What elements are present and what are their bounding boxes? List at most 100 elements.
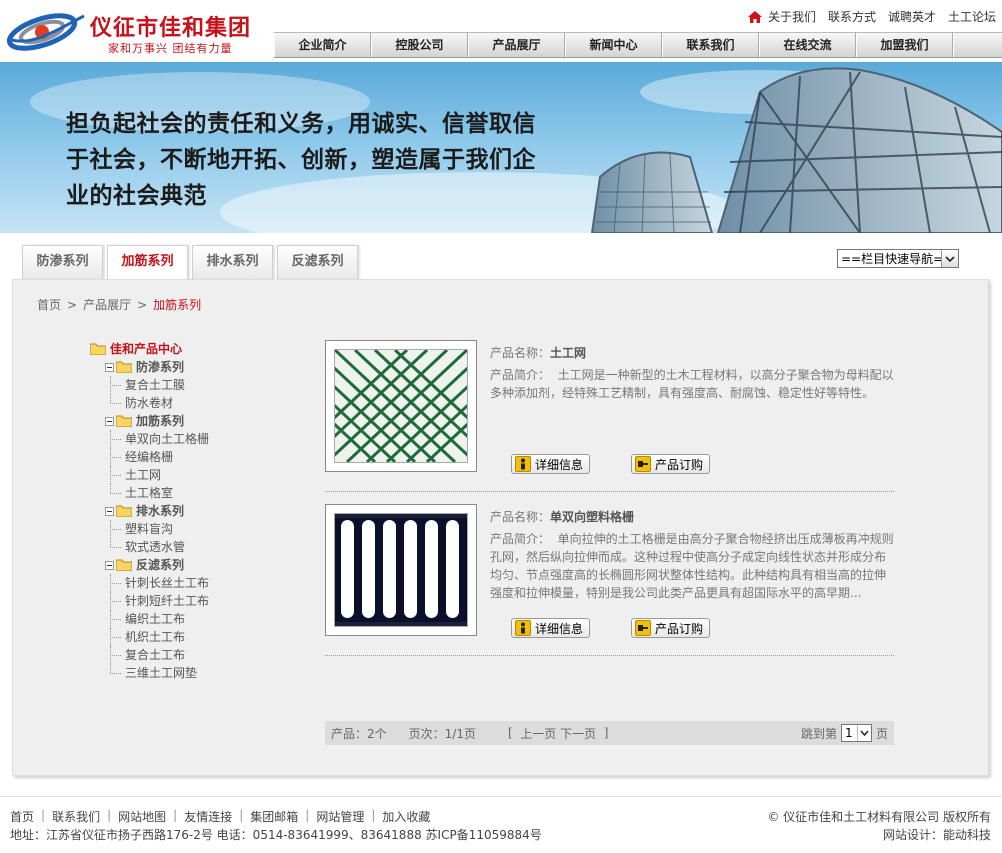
order-icon — [635, 620, 651, 636]
product-intro: 产品简介： 土工网是一种新型的土木工程材料，以高分子聚合物为母料配以多种添加剂，… — [490, 366, 895, 402]
quick-nav-select[interactable]: ==栏目快速导航== — [837, 249, 959, 268]
pager-prev-link[interactable]: 上一页 — [520, 725, 556, 742]
tree-item[interactable]: 针刺短纤土工布 — [90, 592, 310, 610]
footer-link-admin[interactable]: 网站管理 — [316, 808, 364, 825]
product-intro: 产品简介： 单向拉伸的土工格栅是由高分子聚合物经挤出压成薄板再冲规则孔网，然后纵… — [490, 530, 895, 602]
tree-category-anti-seepage[interactable]: 防渗系列 — [90, 358, 310, 376]
order-icon — [635, 456, 651, 472]
breadcrumb-current: 加筋系列 — [153, 298, 202, 312]
detail-button[interactable]: 详细信息 — [511, 618, 590, 638]
page-select[interactable]: 1 — [840, 724, 872, 742]
pager-bracket-right: ] — [596, 726, 609, 740]
main-nav: 企业简介 控股公司 产品展厅 新闻中心 联系我们 在线交流 加盟我们 — [274, 32, 1002, 58]
tree-category-label: 防渗系列 — [136, 360, 185, 374]
tab-reinforcement[interactable]: 加筋系列 — [107, 245, 188, 280]
footer-link-sitemap[interactable]: 网站地图 — [118, 808, 166, 825]
tree-item[interactable]: 机织土工布 — [90, 628, 310, 646]
detail-button-label: 详细信息 — [535, 457, 584, 472]
footer-link-contact[interactable]: 联系我们 — [52, 808, 100, 825]
tree-item[interactable]: 土工网 — [90, 466, 310, 484]
pager-page: 页次：1/1页 — [408, 726, 476, 741]
detail-button[interactable]: 详细信息 — [511, 454, 590, 474]
page: 仪征市佳和集团 家和万事兴 团结有力量 关于我们 联系方式 诚聘英才 土工论坛 … — [0, 0, 1002, 853]
tab-anti-seepage[interactable]: 防渗系列 — [22, 245, 103, 279]
pager-next-link[interactable]: 下一页 — [560, 725, 596, 742]
product-name-row: 产品名称：单双向塑料格栅 — [490, 508, 634, 525]
pager-bracket-left: [ — [507, 726, 521, 740]
info-icon — [515, 620, 531, 636]
banner-slogan: 担负起社会的责任和义务，用诚实、信誉取信于社会，不断地开拓、创新，塑造属于我们企… — [66, 111, 536, 209]
tree-item[interactable]: 土工格室 — [90, 484, 310, 502]
order-button[interactable]: 产品订购 — [631, 618, 710, 638]
nav-item-holdings[interactable]: 控股公司 — [371, 33, 468, 57]
breadcrumb-home[interactable]: 首页 — [37, 298, 61, 312]
product-name-label: 产品名称： — [490, 346, 551, 360]
top-link-contact[interactable]: 联系方式 — [828, 8, 876, 25]
tab-filtration[interactable]: 反滤系列 — [277, 245, 358, 279]
nav-filler — [953, 33, 1002, 57]
tree-root[interactable]: 佳和产品中心 — [90, 340, 310, 358]
nav-item-news[interactable]: 新闻中心 — [565, 33, 662, 57]
order-button[interactable]: 产品订购 — [631, 454, 710, 474]
nav-item-contact[interactable]: 联系我们 — [662, 33, 759, 57]
tree-category-label: 加筋系列 — [136, 414, 185, 428]
tree-item[interactable]: 单双向土工格栅 — [90, 430, 310, 448]
collapse-icon — [105, 362, 114, 372]
product-name[interactable]: 土工网 — [550, 346, 586, 360]
product-thumbnail[interactable] — [325, 340, 477, 472]
top-link-jobs[interactable]: 诚聘英才 — [888, 8, 936, 25]
folder-icon — [90, 343, 106, 355]
footer-link-friends[interactable]: 友情连接 — [184, 808, 232, 825]
footer-link-mail[interactable]: 集团邮箱 — [250, 808, 298, 825]
tree-item[interactable]: 软式透水管 — [90, 538, 310, 556]
brand-slogan: 家和万事兴 团结有力量 — [108, 42, 233, 55]
collapse-icon — [105, 506, 114, 516]
top-link-about[interactable]: 关于我们 — [747, 8, 816, 25]
home-icon — [747, 11, 762, 23]
tree-category-label: 反滤系列 — [136, 558, 185, 572]
nav-item-intro[interactable]: 企业简介 — [274, 33, 371, 57]
tree-category-reinforcement[interactable]: 加筋系列 — [90, 412, 310, 430]
pager-count: 产品：2个 — [331, 726, 387, 741]
product-thumbnail[interactable] — [325, 504, 477, 636]
group-logo-icon — [6, 13, 85, 51]
tab-drainage[interactable]: 排水系列 — [192, 245, 273, 279]
footer-link-bookmark[interactable]: 加入收藏 — [382, 808, 430, 825]
tree-item[interactable]: 防水卷材 — [90, 394, 310, 412]
product-name-row: 产品名称：土工网 — [490, 344, 586, 361]
breadcrumb-separator: > — [137, 298, 148, 312]
breadcrumb-separator: > — [67, 298, 78, 312]
tree-item[interactable]: 复合土工膜 — [90, 376, 310, 394]
product-tree: 佳和产品中心 防渗系列 复合土工膜 防水卷材 加筋系列 单双向土工格栅 经编格栅… — [90, 340, 310, 682]
order-button-label: 产品订购 — [655, 621, 704, 636]
folder-icon — [116, 415, 132, 427]
folder-icon — [116, 559, 132, 571]
footer-design: 网站设计：能动科技 — [882, 828, 991, 842]
product-name[interactable]: 单双向塑料格栅 — [550, 510, 634, 524]
tree-item[interactable]: 复合土工布 — [90, 646, 310, 664]
tree-item[interactable]: 塑料盲沟 — [90, 520, 310, 538]
footer-link-home[interactable]: 首页 — [10, 808, 34, 825]
product-intro-text: 土工网是一种新型的土木工程材料，以高分子聚合物为母料配以多种添加剂，经特殊工艺精… — [490, 368, 894, 400]
top-link-forum[interactable]: 土工论坛 — [948, 8, 996, 25]
breadcrumb-products[interactable]: 产品展厅 — [83, 298, 131, 312]
tree-item[interactable]: 经编格栅 — [90, 448, 310, 466]
tree-item[interactable]: 三维土工网垫 — [90, 664, 310, 682]
brand-name: 仪征市佳和集团 — [90, 16, 252, 41]
footer: 首页 | 联系我们 | 网站地图 | 友情连接 | 集团邮箱 | 网站管理 | 加入收藏 地… — [0, 796, 1002, 853]
tree-category-filtration[interactable]: 反滤系列 — [90, 556, 310, 574]
folder-icon — [116, 505, 132, 517]
collapse-icon — [105, 416, 114, 426]
tree-item[interactable]: 针刺长丝土工布 — [90, 574, 310, 592]
chevron-down-icon — [941, 250, 958, 267]
product-card: 产品名称：土工网 产品简介： 土工网是一种新型的土木工程材料，以高分子聚合物为母… — [325, 340, 894, 492]
footer-address: 地址：江苏省仪征市扬子西路176-2号 电话：0514-83641999、836… — [10, 828, 542, 842]
nav-item-products[interactable]: 产品展厅 — [468, 33, 565, 57]
info-icon — [515, 456, 531, 472]
tree-item[interactable]: 编织土工布 — [90, 610, 310, 628]
nav-item-online[interactable]: 在线交流 — [759, 33, 856, 57]
tree-category-drainage[interactable]: 排水系列 — [90, 502, 310, 520]
nav-item-join[interactable]: 加盟我们 — [856, 33, 953, 57]
logo[interactable]: 仪征市佳和集团 家和万事兴 团结有力量 — [4, 2, 274, 58]
series-tabs: 防渗系列 加筋系列 排水系列 反滤系列 — [22, 245, 358, 280]
